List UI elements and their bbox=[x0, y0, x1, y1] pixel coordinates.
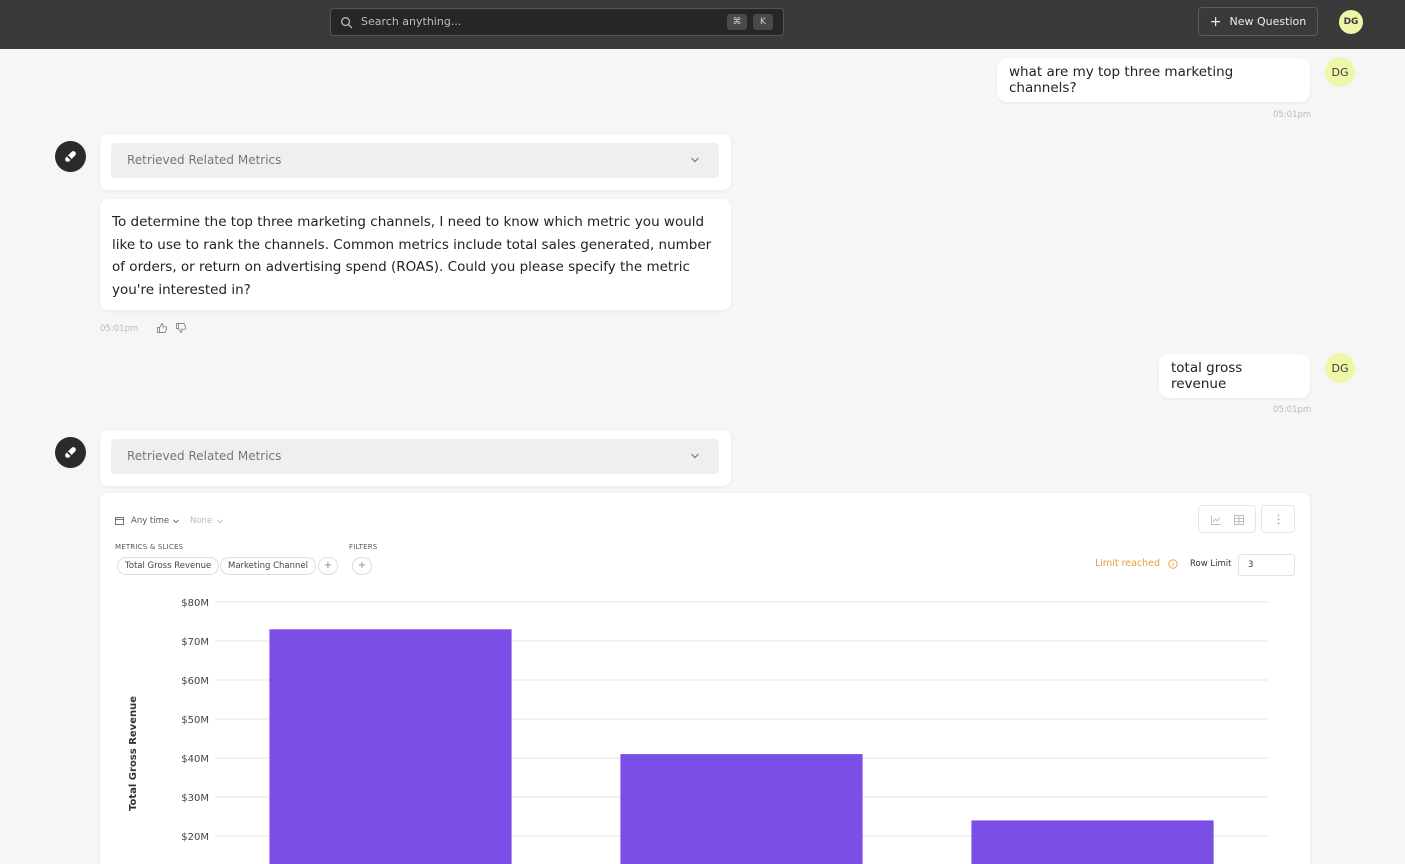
user-message: what are my top three marketing channels… bbox=[997, 58, 1310, 102]
chart-bar[interactable] bbox=[620, 754, 863, 864]
retrieved-metrics-dropdown[interactable]: Retrieved Related Metrics bbox=[111, 143, 719, 178]
message-timestamp: 05:01pm bbox=[1273, 110, 1312, 120]
cmd-key-hint: ⌘ bbox=[727, 14, 747, 30]
retrieved-metrics-dropdown[interactable]: Retrieved Related Metrics bbox=[111, 439, 719, 474]
k-key-hint: K bbox=[753, 14, 773, 30]
chevron-down-icon bbox=[691, 157, 699, 163]
y-tick-label: $20M bbox=[181, 832, 209, 843]
y-tick-label: $30M bbox=[181, 793, 209, 804]
message-timestamp: 05:01pm bbox=[1273, 405, 1312, 415]
assistant-message-text: To determine the top three marketing cha… bbox=[112, 214, 712, 298]
retrieved-metrics-card: Retrieved Related Metrics bbox=[100, 134, 731, 190]
y-tick-label: $50M bbox=[181, 715, 209, 726]
y-tick-label: $70M bbox=[181, 637, 209, 648]
new-question-label: New Question bbox=[1229, 15, 1307, 28]
y-tick-label: $40M bbox=[181, 754, 209, 765]
bar-chart: $20M $30M $40M $50M $60M $70M $80M bbox=[181, 598, 1268, 864]
search-input[interactable]: Search anything... ⌘ K bbox=[330, 8, 784, 36]
top-bar: Search anything... ⌘ K + New Question DG bbox=[0, 0, 1405, 49]
user-message-text: total gross revenue bbox=[1171, 360, 1243, 392]
y-tick-label: $80M bbox=[181, 598, 209, 609]
message-timestamp: 05:01pm bbox=[100, 324, 139, 334]
retrieved-metrics-label: Retrieved Related Metrics bbox=[127, 153, 282, 167]
chevron-down-icon bbox=[691, 453, 699, 459]
user-message: total gross revenue bbox=[1159, 354, 1310, 398]
thumbs-down-icon[interactable] bbox=[175, 322, 187, 334]
chart-bar[interactable] bbox=[269, 629, 512, 864]
new-question-button[interactable]: + New Question bbox=[1198, 7, 1318, 36]
assistant-logo-icon bbox=[55, 437, 86, 468]
user-message-text: what are my top three marketing channels… bbox=[1009, 64, 1234, 96]
plus-icon: + bbox=[1209, 13, 1222, 30]
user-avatar: DG bbox=[1325, 353, 1355, 383]
y-tick-label: $60M bbox=[181, 676, 209, 687]
thumbs-up-icon[interactable] bbox=[156, 322, 168, 334]
search-icon bbox=[341, 17, 353, 29]
user-avatar[interactable]: DG bbox=[1339, 10, 1363, 34]
user-avatar: DG bbox=[1325, 57, 1355, 87]
search-placeholder: Search anything... bbox=[361, 15, 462, 28]
retrieved-metrics-label: Retrieved Related Metrics bbox=[127, 449, 282, 463]
retrieved-metrics-card: Retrieved Related Metrics bbox=[100, 430, 731, 486]
assistant-message: To determine the top three marketing cha… bbox=[100, 199, 731, 310]
assistant-logo-icon bbox=[55, 141, 86, 172]
chart-panel: Any time None METRICS & SLICES FILTERS T… bbox=[100, 493, 1310, 864]
chart-bar[interactable] bbox=[971, 820, 1214, 864]
